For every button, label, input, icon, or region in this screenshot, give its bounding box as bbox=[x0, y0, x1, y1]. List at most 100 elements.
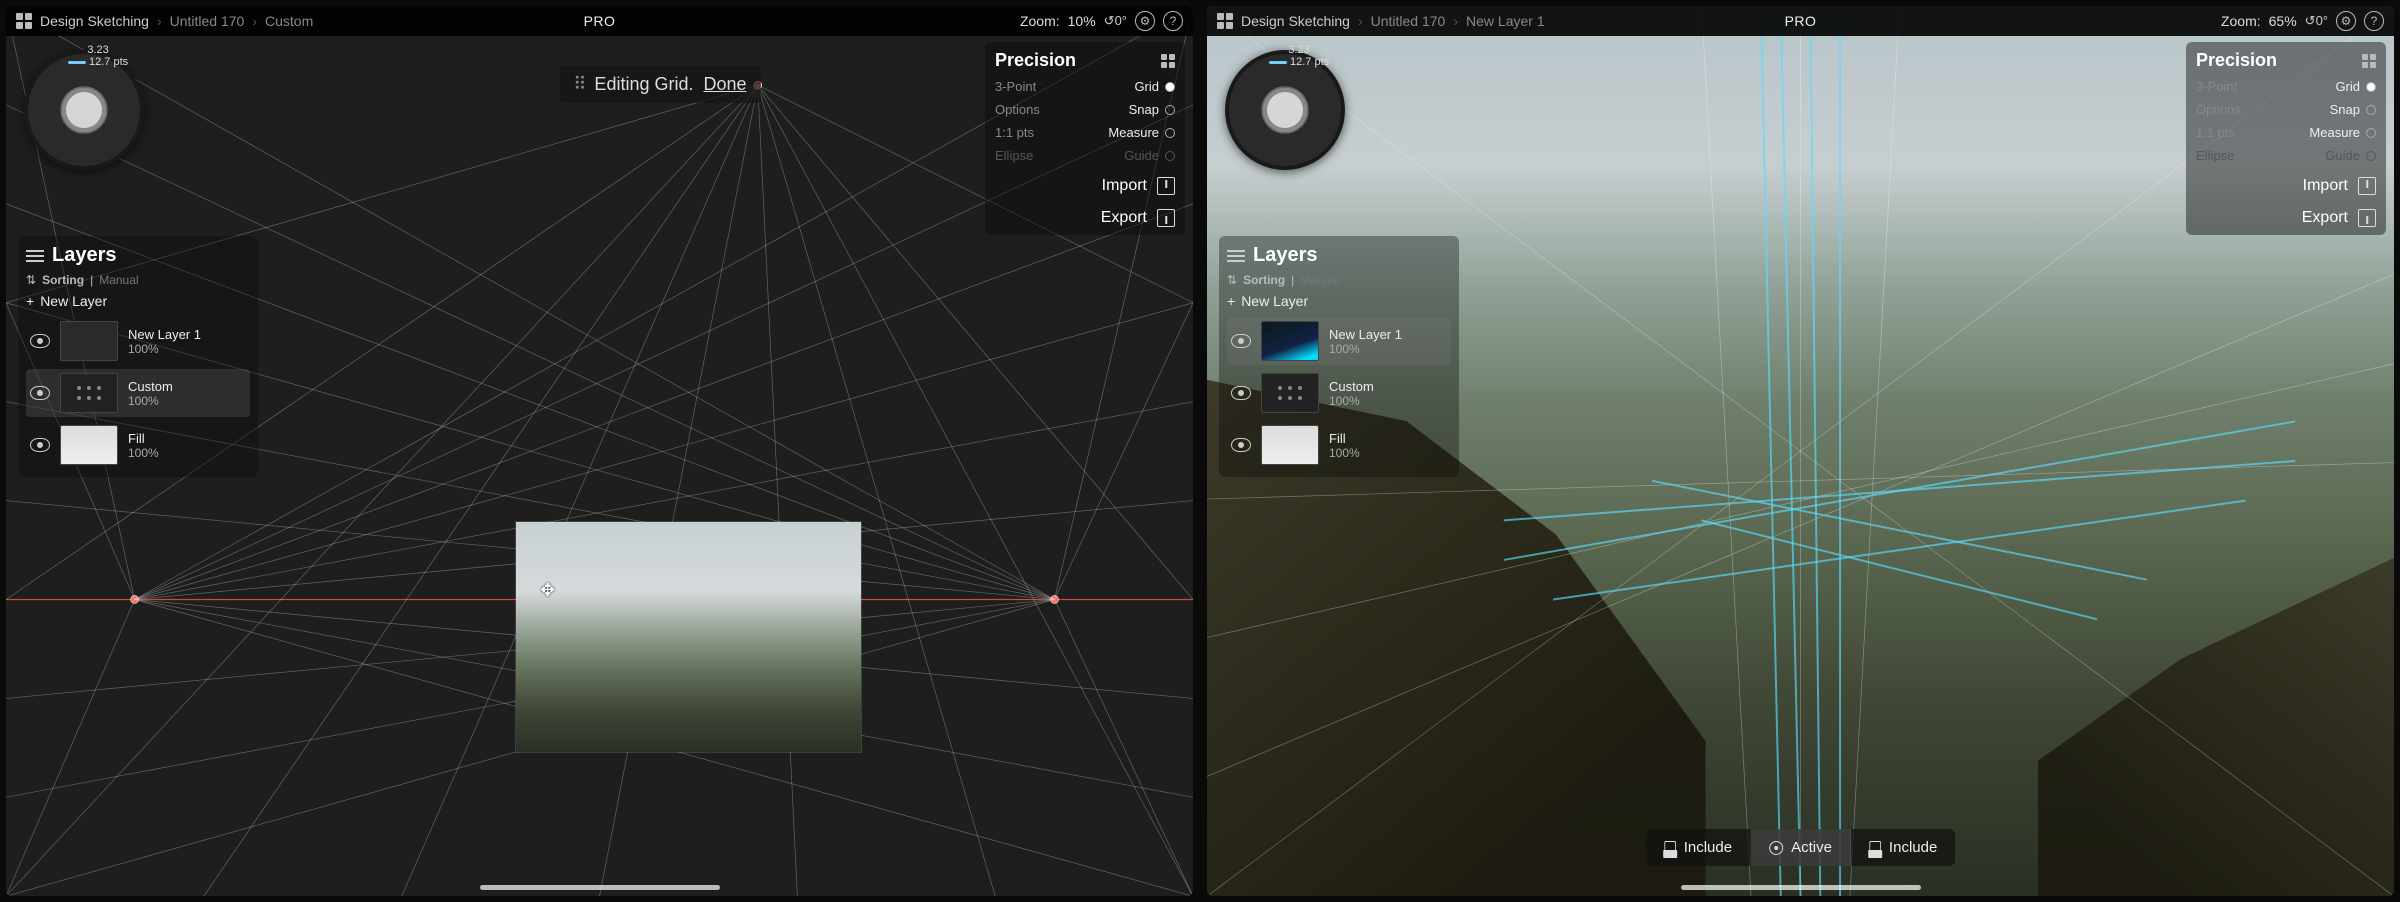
layer-opacity: 100% bbox=[1329, 394, 1374, 408]
export-button[interactable]: Export bbox=[995, 209, 1175, 227]
layer-name: New Layer 1 bbox=[1329, 327, 1402, 342]
brush-hub[interactable] bbox=[66, 92, 102, 128]
breadcrumb-app[interactable]: Design Sketching bbox=[40, 13, 149, 29]
sort-toggle-icon[interactable]: ⇅ bbox=[1227, 273, 1237, 287]
layer-row[interactable]: Fill 100% bbox=[26, 421, 250, 469]
tool-wheel[interactable] bbox=[1225, 50, 1345, 170]
precision-title: Precision bbox=[995, 50, 1076, 71]
layers-panel: Layers ⇅ Sorting | Manual + New Layer Ne… bbox=[1219, 236, 1459, 477]
precision-row-measure[interactable]: 1:1 pts Measure bbox=[995, 125, 1175, 140]
precision-row-measure[interactable]: 1:1 pts Measure bbox=[2196, 125, 2376, 140]
sort-toggle-icon[interactable]: ⇅ bbox=[26, 273, 36, 287]
import-button[interactable]: Import bbox=[2196, 177, 2376, 195]
apps-grid-icon[interactable] bbox=[1217, 13, 1233, 29]
new-layer-button[interactable]: + New Layer bbox=[1227, 293, 1451, 309]
apps-grid-icon[interactable] bbox=[16, 13, 32, 29]
layer-name: Custom bbox=[128, 379, 173, 394]
layer-row[interactable]: Custom 100% bbox=[1227, 369, 1451, 417]
breadcrumb-doc[interactable]: Untitled 170 bbox=[1371, 13, 1446, 29]
sorting-label[interactable]: Sorting bbox=[42, 273, 84, 287]
bottom-toolbar: Include Active Include bbox=[1646, 829, 1956, 866]
panel-grip-icon[interactable] bbox=[1161, 54, 1175, 68]
precision-row-grid[interactable]: 3-Point Grid bbox=[995, 79, 1175, 94]
cursor-crosshair-icon: ✥ bbox=[540, 580, 555, 601]
new-layer-button[interactable]: + New Layer bbox=[26, 293, 250, 309]
precision-row-grid[interactable]: 3-Point Grid bbox=[2196, 79, 2376, 94]
panel-right: Design Sketching › Untitled 170 › New La… bbox=[1207, 6, 2394, 896]
gear-icon[interactable]: ⚙ bbox=[2336, 11, 2356, 31]
include-right-button[interactable]: Include bbox=[1851, 829, 1955, 866]
tool-wheel[interactable] bbox=[24, 50, 144, 170]
done-button[interactable]: Done bbox=[703, 74, 746, 95]
visibility-eye-icon[interactable] bbox=[1231, 386, 1251, 400]
plus-icon: + bbox=[26, 293, 34, 309]
export-button[interactable]: Export bbox=[2196, 209, 2376, 227]
breadcrumb-app[interactable]: Design Sketching bbox=[1241, 13, 1350, 29]
layer-thumb bbox=[60, 373, 118, 413]
layer-row[interactable]: New Layer 1 100% bbox=[1227, 317, 1451, 365]
layer-row[interactable]: Fill 100% bbox=[1227, 421, 1451, 469]
hamburger-icon[interactable] bbox=[1227, 250, 1245, 262]
layers-title: Layers bbox=[1253, 244, 1318, 267]
rotation-value[interactable]: ↺0° bbox=[1104, 13, 1127, 29]
visibility-eye-icon[interactable] bbox=[30, 386, 50, 400]
breadcrumb-doc[interactable]: Untitled 170 bbox=[170, 13, 245, 29]
active-button[interactable]: Active bbox=[1751, 829, 1851, 866]
layer-thumb bbox=[60, 321, 118, 361]
home-indicator[interactable] bbox=[1681, 885, 1921, 890]
import-icon bbox=[1157, 177, 1175, 195]
layer-opacity: 100% bbox=[1329, 342, 1402, 356]
radio-icon[interactable] bbox=[1165, 105, 1175, 115]
include-left-button[interactable]: Include bbox=[1646, 829, 1751, 866]
help-icon[interactable]: ? bbox=[2364, 11, 2384, 31]
layer-thumb bbox=[60, 425, 118, 465]
panel-grip-icon[interactable] bbox=[2362, 54, 2376, 68]
brush-hub[interactable] bbox=[1267, 92, 1303, 128]
chevron-right-icon: › bbox=[1358, 13, 1363, 29]
visibility-eye-icon[interactable] bbox=[1231, 334, 1251, 348]
breadcrumb-layer[interactable]: Custom bbox=[265, 13, 313, 29]
precision-row-guide: Ellipse Guide bbox=[995, 148, 1175, 163]
radio-icon[interactable] bbox=[2366, 82, 2376, 92]
layer-row[interactable]: Custom 100% bbox=[26, 369, 250, 417]
layer-row[interactable]: New Layer 1 100% bbox=[26, 317, 250, 365]
precision-row-snap[interactable]: Options Snap bbox=[2196, 102, 2376, 117]
precision-panel: Precision 3-Point Grid Options Snap 1:1 … bbox=[2186, 42, 2386, 235]
rotation-value[interactable]: ↺0° bbox=[2305, 13, 2328, 29]
brush-size-readout: 3.23 12.7 pts bbox=[1269, 44, 1329, 68]
gear-icon[interactable]: ⚙ bbox=[1135, 11, 1155, 31]
layer-name: Custom bbox=[1329, 379, 1374, 394]
zoom-value[interactable]: 10% bbox=[1068, 13, 1096, 29]
breadcrumb-layer[interactable]: New Layer 1 bbox=[1466, 13, 1545, 29]
import-icon bbox=[2358, 177, 2376, 195]
help-icon[interactable]: ? bbox=[1163, 11, 1183, 31]
brush-size-readout: 3.23 12.7 pts bbox=[68, 44, 128, 68]
layer-opacity: 100% bbox=[128, 446, 159, 460]
sorting-mode[interactable]: Manual bbox=[1300, 273, 1339, 287]
drag-grip-icon[interactable]: ⠿ bbox=[573, 74, 584, 95]
target-icon bbox=[1769, 841, 1783, 855]
lock-icon bbox=[1869, 841, 1881, 855]
sorting-mode[interactable]: Manual bbox=[99, 273, 138, 287]
import-button[interactable]: Import bbox=[995, 177, 1175, 195]
radio-icon[interactable] bbox=[2366, 128, 2376, 138]
edit-grid-notice: ⠿ Editing Grid. Done bbox=[559, 66, 760, 103]
sorting-label[interactable]: Sorting bbox=[1243, 273, 1285, 287]
hamburger-icon[interactable] bbox=[26, 250, 44, 262]
chevron-right-icon: › bbox=[157, 13, 162, 29]
zoom-value[interactable]: 65% bbox=[2269, 13, 2297, 29]
zoom-label: Zoom: bbox=[1020, 13, 1060, 29]
visibility-eye-icon[interactable] bbox=[1231, 438, 1251, 452]
radio-icon[interactable] bbox=[2366, 105, 2376, 115]
radio-icon[interactable] bbox=[1165, 82, 1175, 92]
plus-icon: + bbox=[1227, 293, 1235, 309]
visibility-eye-icon[interactable] bbox=[30, 438, 50, 452]
imported-photo[interactable] bbox=[516, 522, 861, 752]
precision-row-guide: Ellipse Guide bbox=[2196, 148, 2376, 163]
precision-row-snap[interactable]: Options Snap bbox=[995, 102, 1175, 117]
home-indicator[interactable] bbox=[480, 885, 720, 890]
radio-icon[interactable] bbox=[1165, 128, 1175, 138]
visibility-eye-icon[interactable] bbox=[30, 334, 50, 348]
export-icon bbox=[1157, 209, 1175, 227]
layer-opacity: 100% bbox=[128, 394, 173, 408]
